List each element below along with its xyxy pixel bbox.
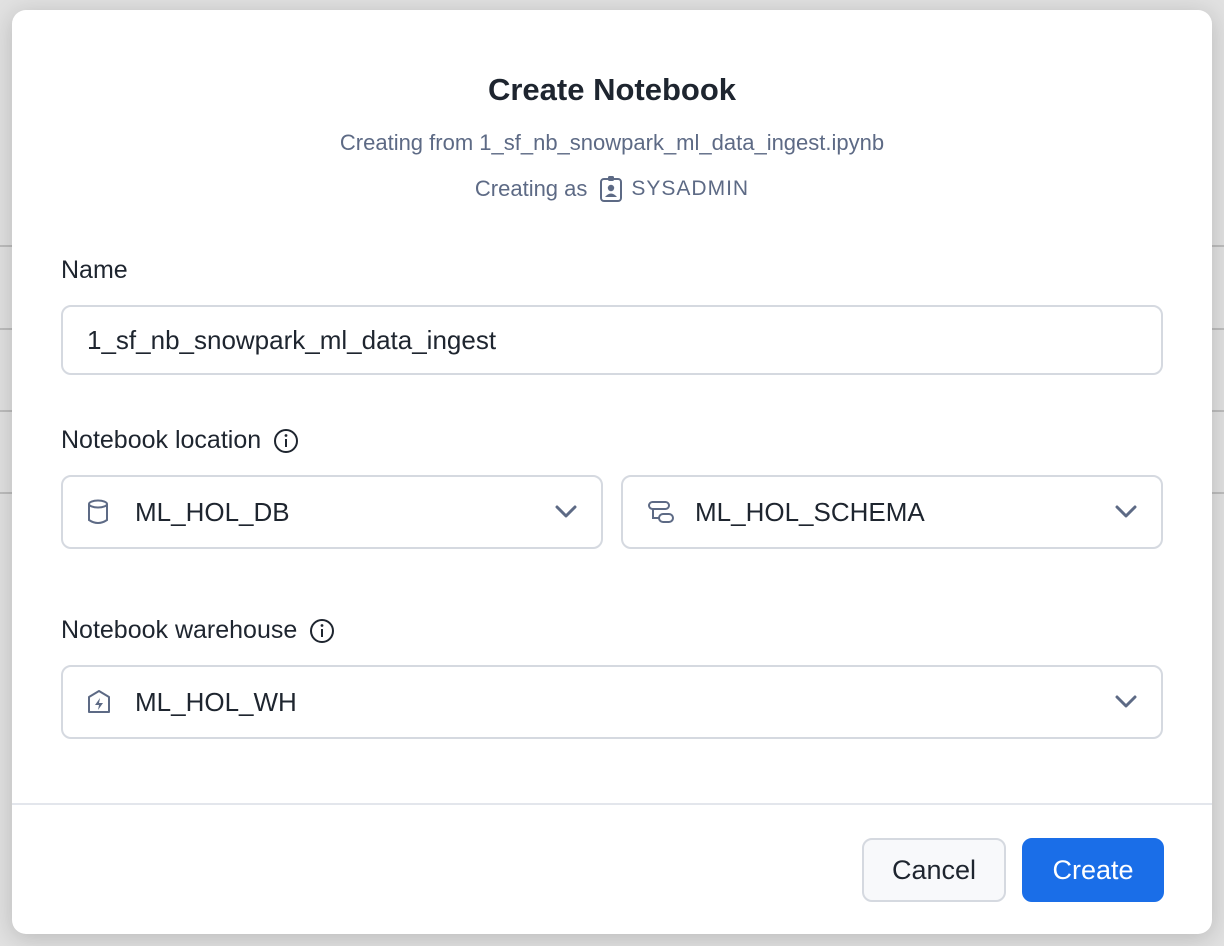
creating-as-label: Creating as (474, 176, 588, 201)
name-label-text: Name (61, 256, 128, 284)
chevron-down-icon (555, 505, 577, 519)
chevron-down-icon (1115, 695, 1137, 709)
schema-icon (647, 499, 677, 525)
role-name: SYSADMIN (631, 177, 750, 200)
user-badge-icon (599, 175, 623, 203)
schema-value: ML_HOL_SCHEMA (695, 496, 925, 527)
warehouse-icon (87, 689, 117, 715)
footer-divider (12, 803, 1212, 805)
create-notebook-dialog: Create Notebook Creating from 1_sf_nb_sn… (12, 10, 1212, 934)
chevron-down-icon (1115, 505, 1137, 519)
notebook-warehouse-label: Notebook warehouse (61, 616, 335, 645)
info-icon[interactable] (273, 428, 299, 454)
notebook-name-input[interactable]: 1_sf_nb_snowpark_ml_data_ingest (61, 305, 1163, 375)
notebook-name-value: 1_sf_nb_snowpark_ml_data_ingest (87, 324, 497, 355)
creating-as-row: Creating as SYSADMIN (12, 175, 1212, 203)
name-label: Name (61, 256, 128, 285)
database-icon (87, 499, 117, 525)
notebook-location-label-text: Notebook location (61, 426, 262, 454)
notebook-location-label: Notebook location (61, 426, 299, 455)
dialog-title: Create Notebook (487, 72, 737, 107)
cancel-button[interactable]: Cancel (862, 838, 1006, 902)
dialog-subtitle: Creating from 1_sf_nb_snowpark_ml_data_i… (339, 130, 885, 155)
database-value: ML_HOL_DB (135, 496, 290, 527)
database-select[interactable]: ML_HOL_DB (61, 475, 603, 549)
schema-select[interactable]: ML_HOL_SCHEMA (621, 475, 1163, 549)
info-icon[interactable] (309, 618, 335, 644)
warehouse-select[interactable]: ML_HOL_WH (61, 665, 1163, 739)
notebook-warehouse-label-text: Notebook warehouse (61, 616, 298, 644)
create-button[interactable]: Create (1022, 838, 1164, 902)
warehouse-value: ML_HOL_WH (135, 686, 297, 717)
